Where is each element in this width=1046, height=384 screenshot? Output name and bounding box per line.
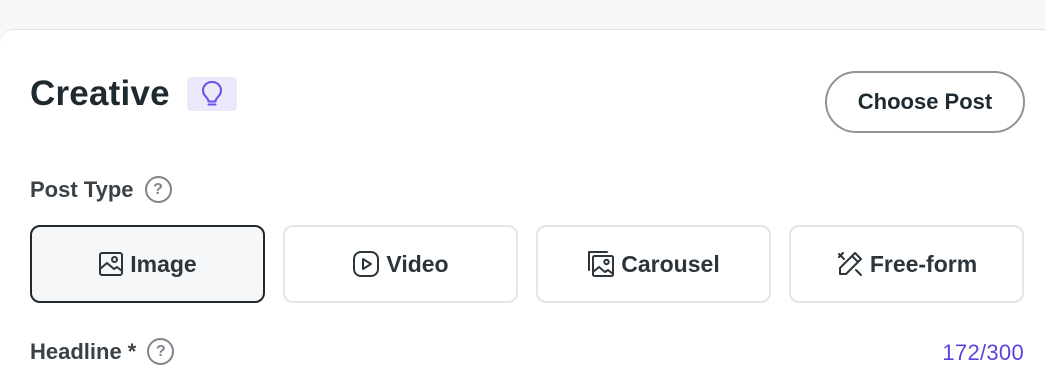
free-form-icon [837,252,862,276]
creative-header: Creative [30,74,237,114]
post-type-free-form[interactable]: Free-form [789,225,1024,303]
lightbulb-icon[interactable] [186,77,237,111]
section-title: Creative [30,74,170,113]
image-icon [99,252,124,276]
carousel-icon [588,251,615,277]
headline-label-row: Headline * ? [30,338,175,365]
post-type-carousel-label: Carousel [621,250,720,277]
headline-label: Headline * [30,338,137,364]
post-type-carousel[interactable]: Carousel [536,225,771,303]
post-type-video-label: Video [386,250,449,277]
headline-character-counter: 172/300 [942,340,1024,365]
post-type-help-icon[interactable]: ? [144,176,172,203]
post-type-image-label: Image [130,250,197,277]
play-icon [353,251,380,277]
post-type-label-row: Post Type ? [30,176,172,203]
post-type-free-form-label: Free-form [869,250,978,277]
post-type-image[interactable]: Image [30,225,265,303]
creative-panel: Creative Choose Post Post Type ? Image V… [0,29,1046,384]
post-type-options: Image Video Carousel Free-form [30,225,1024,303]
headline-help-icon[interactable]: ? [147,338,175,365]
post-type-video[interactable]: Video [283,225,518,303]
choose-post-button[interactable]: Choose Post [825,71,1025,133]
post-type-label: Post Type [30,176,134,202]
